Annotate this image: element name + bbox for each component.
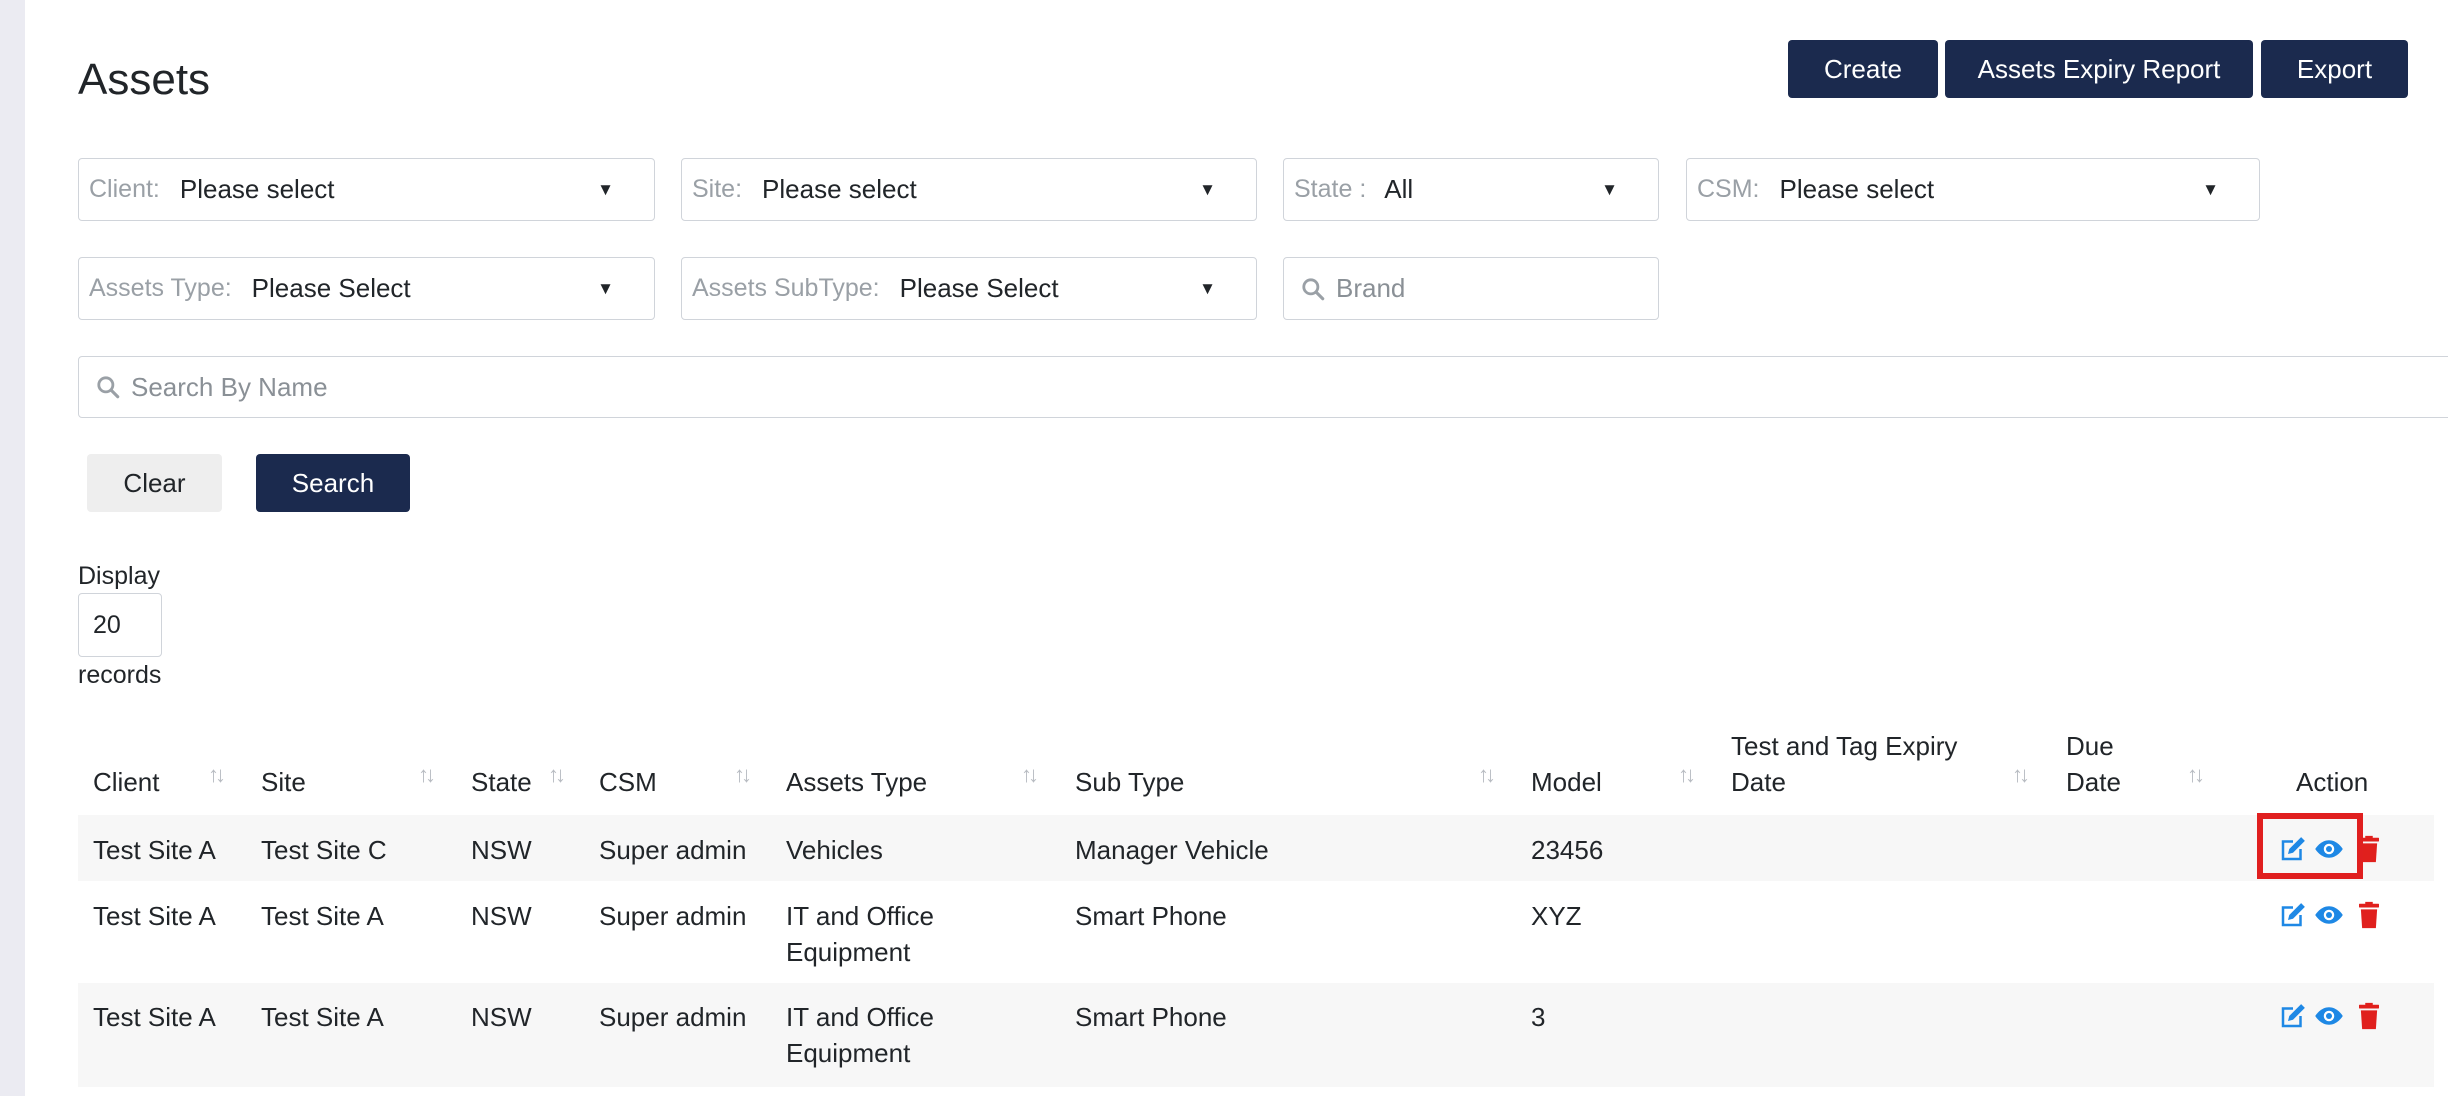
sort-icon[interactable]: ↑↓ [734, 762, 752, 788]
edit-icon[interactable] [2278, 900, 2308, 930]
column-header-site[interactable]: Site [261, 764, 306, 800]
eye-icon[interactable] [2314, 900, 2344, 930]
cell-csm: Super admin [599, 835, 747, 865]
sort-icon[interactable]: ↑↓ [208, 762, 226, 788]
records-label: records [78, 661, 162, 689]
state-select-label: State : [1294, 175, 1367, 203]
chevron-down-icon: ▼ [1199, 278, 1216, 298]
cell-sub-type: Manager Vehicle [1075, 835, 1269, 865]
sort-icon[interactable]: ↑↓ [418, 762, 436, 788]
cell-client: Test Site A [93, 1002, 216, 1032]
csm-select-label: CSM: [1697, 175, 1760, 203]
cell-state: NSW [471, 901, 532, 931]
assets-type-select-value: Please Select [251, 273, 411, 303]
search-by-name-placeholder: Search By Name [131, 371, 328, 402]
cell-csm: Super admin [599, 901, 747, 931]
eye-icon[interactable] [2314, 1001, 2344, 1031]
csm-select-value: Please select [1779, 174, 1935, 204]
cell-site: Test Site A [261, 1002, 384, 1032]
search-icon [97, 376, 120, 399]
chevron-down-icon: ▼ [2202, 179, 2219, 199]
chevron-down-icon: ▼ [1601, 179, 1618, 199]
column-header-action: Action [2296, 767, 2369, 797]
create-button[interactable]: Create [1788, 40, 1938, 98]
column-header-due-date-line2[interactable]: Date [2066, 764, 2121, 800]
export-button[interactable]: Export [2261, 40, 2408, 98]
state-select[interactable]: State : All ▼ [1283, 158, 1659, 221]
page-title: Assets [78, 55, 211, 104]
trash-icon[interactable] [2354, 1001, 2384, 1031]
cell-assets-type: IT and Office [786, 901, 934, 931]
cell-assets-type: IT and Office [786, 1002, 934, 1032]
sort-icon[interactable]: ↑↓ [1478, 762, 1496, 788]
table-row-stripe [78, 983, 2434, 1087]
site-select-label: Site: [692, 175, 743, 203]
cell-state: NSW [471, 1002, 532, 1032]
sort-icon[interactable]: ↑↓ [2187, 762, 2205, 788]
records-per-page-input[interactable]: 20 [78, 593, 162, 657]
state-select-value: All [1384, 174, 1414, 204]
column-header-assets-type[interactable]: Assets Type [786, 764, 927, 800]
cell-csm: Super admin [599, 1002, 747, 1032]
column-header-csm[interactable]: CSM [599, 764, 657, 800]
column-header-sub-type[interactable]: Sub Type [1075, 764, 1184, 800]
csm-select[interactable]: CSM: Please select ▼ [1686, 158, 2260, 221]
column-header-model[interactable]: Model [1531, 764, 1602, 800]
chevron-down-icon: ▼ [597, 179, 614, 199]
brand-search-input[interactable]: Brand [1283, 257, 1659, 320]
cell-site: Test Site C [261, 835, 387, 865]
trash-icon[interactable] [2354, 900, 2384, 930]
clear-button[interactable]: Clear [87, 454, 222, 512]
cell-client: Test Site A [93, 835, 216, 865]
column-header-client[interactable]: Client [93, 764, 159, 800]
cell-sub-type: Smart Phone [1075, 1002, 1227, 1032]
cell-model: 3 [1531, 1002, 1546, 1032]
assets-subtype-select[interactable]: Assets SubType: Please Select ▼ [681, 257, 1257, 320]
cell-sub-type: Smart Phone [1075, 901, 1227, 931]
column-header-state[interactable]: State [471, 764, 532, 800]
left-sidebar-edge [0, 0, 25, 1096]
assets-subtype-select-value: Please Select [899, 273, 1059, 303]
brand-placeholder: Brand [1336, 273, 1406, 303]
site-select[interactable]: Site: Please select ▼ [681, 158, 1257, 221]
search-button[interactable]: Search [256, 454, 410, 512]
assets-type-select[interactable]: Assets Type: Please Select ▼ [78, 257, 655, 320]
assets-type-select-label: Assets Type: [89, 274, 232, 302]
chevron-down-icon: ▼ [1199, 179, 1216, 199]
cell-model: XYZ [1531, 901, 1582, 931]
client-select[interactable]: Client: Please select ▼ [78, 158, 655, 221]
assets-subtype-select-label: Assets SubType: [692, 274, 880, 302]
display-label: Display [78, 562, 160, 590]
chevron-down-icon: ▼ [597, 278, 614, 298]
client-select-label: Client: [89, 175, 160, 203]
cell-state: NSW [471, 835, 532, 865]
client-select-value: Please select [179, 174, 335, 204]
cell-client: Test Site A [93, 901, 216, 931]
column-header-test-tag-expiry-line2[interactable]: Date [1731, 764, 1786, 800]
column-header-due-date[interactable]: Due [2066, 728, 2114, 764]
assets-expiry-report-button[interactable]: Assets Expiry Report [1945, 40, 2253, 98]
cell-site: Test Site A [261, 901, 384, 931]
cell-assets-type: Vehicles [786, 835, 883, 865]
action-icons-highlight [2257, 813, 2363, 879]
sort-icon[interactable]: ↑↓ [1678, 762, 1696, 788]
cell-assets-type-line2: Equipment [786, 937, 911, 967]
edit-icon[interactable] [2278, 1001, 2308, 1031]
sort-icon[interactable]: ↑↓ [2012, 762, 2030, 788]
search-by-name-input[interactable]: Search By Name [78, 356, 2448, 418]
cell-model: 23456 [1531, 835, 1604, 865]
column-header-test-tag-expiry[interactable]: Test and Tag Expiry [1731, 728, 1957, 764]
site-select-value: Please select [762, 174, 917, 204]
sort-icon[interactable]: ↑↓ [548, 762, 566, 788]
sort-icon[interactable]: ↑↓ [1021, 762, 1039, 788]
cell-assets-type-line2: Equipment [786, 1038, 911, 1068]
search-icon [1302, 277, 1325, 300]
